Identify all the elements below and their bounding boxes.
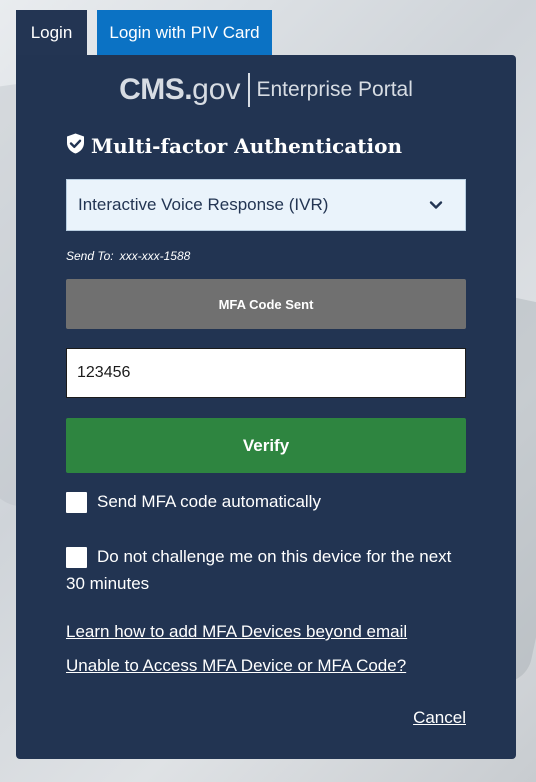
brand-gov: gov xyxy=(192,73,241,106)
brand-portal: Enterprise Portal xyxy=(256,78,413,101)
tab-login-piv[interactable]: Login with PIV Card xyxy=(97,10,272,55)
shield-check-icon xyxy=(66,133,85,159)
cancel-link[interactable]: Cancel xyxy=(413,708,466,728)
tab-login[interactable]: Login xyxy=(16,10,87,55)
mfa-method-value: Interactive Voice Response (IVR) xyxy=(78,195,329,214)
dont-challenge-label: Do not challenge me on this device for t… xyxy=(66,547,452,593)
brand-cms: CMS. xyxy=(119,73,193,106)
send-auto-checkbox[interactable] xyxy=(66,492,87,514)
mfa-method-select[interactable]: Interactive Voice Response (IVR) xyxy=(66,179,466,231)
brand-divider xyxy=(248,73,251,107)
unable-access-mfa-link[interactable]: Unable to Access MFA Device or MFA Code? xyxy=(66,656,406,676)
chevron-down-icon xyxy=(429,197,443,217)
send-to-label: Send To: xyxy=(66,249,114,263)
mfa-code-input[interactable] xyxy=(66,348,466,398)
brand-logo: CMS. gov Enterprise Portal xyxy=(16,73,516,107)
dont-challenge-option: Do not challenge me on this device for t… xyxy=(66,543,466,597)
dont-challenge-checkbox[interactable] xyxy=(66,547,87,569)
send-auto-label: Send MFA code automatically xyxy=(97,492,321,511)
mfa-code-sent-button[interactable]: MFA Code Sent xyxy=(66,279,466,329)
mfa-title-text: Multi-factor Authentication xyxy=(91,134,403,158)
mfa-title: Multi-factor Authentication xyxy=(66,133,402,159)
send-to-value: xxx-xxx-1588 xyxy=(119,249,191,263)
send-to: Send To: xxx-xxx-1588 xyxy=(66,249,190,263)
send-auto-option: Send MFA code automatically xyxy=(66,492,321,514)
learn-mfa-devices-link[interactable]: Learn how to add MFA Devices beyond emai… xyxy=(66,622,407,642)
verify-button[interactable]: Verify xyxy=(66,418,466,473)
login-panel: CMS. gov Enterprise Portal Multi-factor … xyxy=(16,55,516,759)
